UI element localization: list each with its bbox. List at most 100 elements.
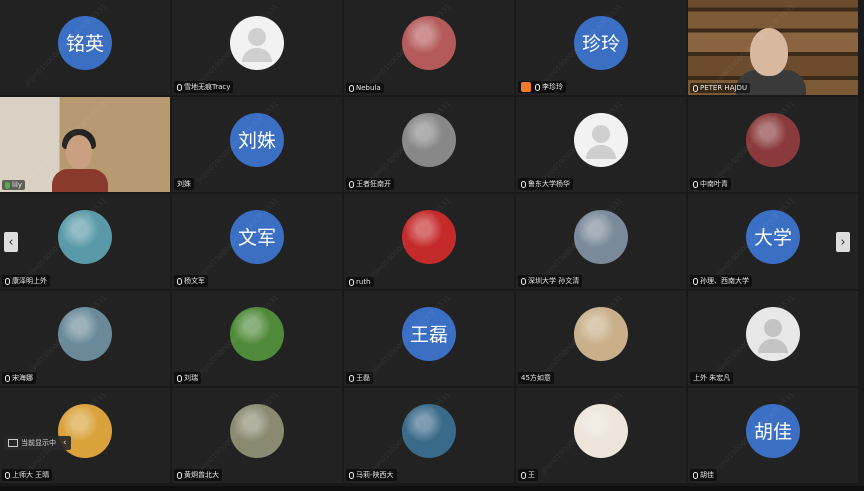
participant-tile[interactable]: PETER HAJDUjinjin0190000650 清华大学 5531: [688, 0, 858, 95]
participant-tile[interactable]: 马莉-陕西大jinjin0190000650 清华大学 5531: [344, 388, 514, 483]
default-avatar-icon: [746, 306, 800, 361]
default-avatar-icon: [230, 15, 284, 70]
participant-tile[interactable]: 珍玲李珍玲jinjin0190000650 清华大学 5531: [516, 0, 686, 95]
participant-tile[interactable]: ruthjinjin0190000650 清华大学 5531: [344, 194, 514, 289]
participant-name-label: 胡佳: [690, 469, 717, 481]
microphone-icon: [5, 277, 10, 285]
participant-tile[interactable]: 大学孙理、西南大学jinjin0190000650 清华大学 5531: [688, 194, 858, 289]
participant-name-label: 上外 朱宏凡: [690, 372, 734, 384]
participant-name: 王磊: [356, 374, 370, 382]
microphone-icon: [349, 471, 354, 479]
participant-name: 中南叶青: [700, 180, 728, 188]
participant-name: 孙理、西南大学: [700, 277, 749, 285]
avatar: [230, 306, 284, 361]
participant-name-label: 马莉-陕西大: [346, 469, 397, 481]
participant-name-label: 王磊: [346, 372, 373, 384]
participant-tile[interactable]: 雪地无痕Tracyjinjin0190000650 清华大学 5531: [172, 0, 342, 95]
default-avatar-icon: [574, 112, 628, 167]
participant-name: 康泽明上外: [12, 277, 47, 285]
participant-name: PETER HAJDU: [700, 84, 748, 92]
participant-name: 杨文军: [184, 277, 205, 285]
participant-name-label: Nebula: [346, 83, 384, 93]
participant-tile[interactable]: 康泽明上外jinjin0190000650 清华大学 5531: [0, 194, 170, 289]
participant-tile[interactable]: 刘瑞jinjin0190000650 清华大学 5531: [172, 291, 342, 386]
microphone-icon: [349, 374, 354, 382]
avatar: [230, 403, 284, 458]
participant-tile[interactable]: 王磊王磊jinjin0190000650 清华大学 5531: [344, 291, 514, 386]
microphone-icon: [5, 181, 10, 189]
participant-tile[interactable]: 刘姝刘姝jinjin0190000650 清华大学 5531: [172, 97, 342, 192]
participant-name: 上师大 王晴: [12, 471, 50, 479]
avatar: 王磊: [402, 306, 456, 361]
participant-tile[interactable]: 文军杨文军jinjin0190000650 清华大学 5531: [172, 194, 342, 289]
avatar: 大学: [746, 209, 800, 264]
share-label: 当前显示中: [21, 439, 56, 447]
avatar: 珍玲: [574, 15, 628, 70]
microphone-icon: [693, 84, 698, 92]
participant-tile[interactable]: 黄炯曾北大jinjin0190000650 清华大学 5531: [172, 388, 342, 483]
microphone-icon: [5, 374, 10, 382]
participant-name-label: 王者狂南开: [346, 178, 394, 190]
participant-tile[interactable]: lilyjinjin0190000650 清华大学 5531: [0, 97, 170, 192]
participant-name-label: 王: [518, 469, 538, 481]
participant-video: [688, 0, 858, 95]
participant-name: 王者狂南开: [356, 180, 391, 188]
participant-tile[interactable]: 上外 朱宏凡jinjin0190000650 清华大学 5531: [688, 291, 858, 386]
avatar: [746, 112, 800, 167]
participant-name: 鲁东大学杨华: [528, 180, 570, 188]
participant-video: [0, 97, 170, 192]
avatar: [574, 403, 628, 458]
microphone-icon: [521, 180, 526, 188]
participant-tile[interactable]: 胡佳胡佳jinjin0190000650 清华大学 5531: [688, 388, 858, 483]
avatar: 刘姝: [230, 112, 284, 167]
participant-name-label: 刘瑞: [174, 372, 201, 384]
participant-name: 宋海娜: [12, 374, 33, 382]
microphone-icon: [349, 180, 354, 188]
participant-tile[interactable]: 铭英jinjin0190000650 清华大学 5531: [0, 0, 170, 95]
avatar: [574, 209, 628, 264]
participant-tile[interactable]: 中南叶青jinjin0190000650 清华大学 5531: [688, 97, 858, 192]
microphone-icon: [693, 180, 698, 188]
participant-name-label: 黄炯曾北大: [174, 469, 222, 481]
share-indicator[interactable]: 当前显示中 ‹: [4, 436, 71, 450]
avatar: 文军: [230, 209, 284, 264]
participant-name: 45方如意: [521, 374, 551, 382]
bottom-bar: [0, 486, 864, 491]
participant-name: 深圳大学 孙文清: [528, 277, 580, 285]
participant-grid: 铭英jinjin0190000650 清华大学 5531雪地无痕Tracyjin…: [0, 0, 864, 486]
participant-name-label: 鲁东大学杨华: [518, 178, 573, 190]
avatar: [402, 112, 456, 167]
microphone-icon: [521, 277, 526, 285]
microphone-icon: [5, 471, 10, 479]
participant-tile[interactable]: 宋海娜jinjin0190000650 清华大学 5531: [0, 291, 170, 386]
prev-page-button[interactable]: ‹: [4, 232, 18, 252]
participant-tile[interactable]: 45方如意jinjin0190000650 清华大学 5531: [516, 291, 686, 386]
microphone-icon: [177, 374, 182, 382]
microphone-icon: [693, 471, 698, 479]
next-page-button[interactable]: ›: [836, 232, 850, 252]
participant-name: 王: [528, 471, 535, 479]
participant-name-label: 李珍玲: [518, 81, 566, 93]
participant-name-label: PETER HAJDU: [690, 83, 751, 93]
participant-name: 刘瑞: [184, 374, 198, 382]
avatar: [402, 209, 456, 264]
participant-name-label: 孙理、西南大学: [690, 275, 752, 287]
chevron-left-icon[interactable]: ‹: [63, 438, 67, 448]
participant-name-label: 杨文军: [174, 275, 208, 287]
microphone-icon: [349, 84, 354, 92]
participant-tile[interactable]: 王者狂南开jinjin0190000650 清华大学 5531: [344, 97, 514, 192]
participant-tile[interactable]: 鲁东大学杨华jinjin0190000650 清华大学 5531: [516, 97, 686, 192]
participant-name-label: 中南叶青: [690, 178, 731, 190]
participant-tile[interactable]: Nebulajinjin0190000650 清华大学 5531: [344, 0, 514, 95]
participant-tile[interactable]: 王jinjin0190000650 清华大学 5531: [516, 388, 686, 483]
avatar: [58, 306, 112, 361]
microphone-icon: [693, 277, 698, 285]
participant-name: 马莉-陕西大: [356, 471, 394, 479]
microphone-icon: [535, 83, 540, 91]
participant-name: 李珍玲: [542, 83, 563, 91]
participant-name-label: 雪地无痕Tracy: [174, 81, 234, 93]
participant-name: lily: [12, 181, 22, 189]
participant-tile[interactable]: 深圳大学 孙文清jinjin0190000650 清华大学 5531: [516, 194, 686, 289]
participant-name: 黄炯曾北大: [184, 471, 219, 479]
avatar: 铭英: [58, 15, 112, 70]
